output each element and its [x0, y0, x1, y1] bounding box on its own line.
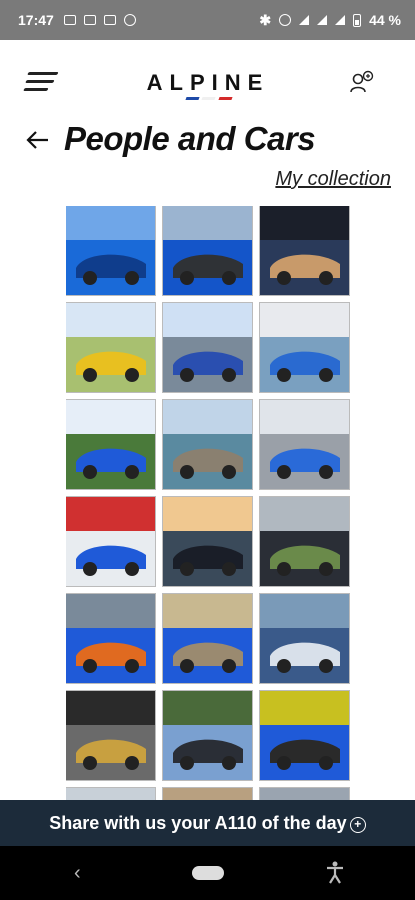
wifi-icon: [299, 15, 310, 25]
app-header: ALPINE: [0, 40, 415, 120]
notification-icons: [63, 14, 136, 26]
gallery-photo[interactable]: [259, 496, 350, 587]
gallery-photo-partial[interactable]: [259, 787, 350, 800]
gallery-photo[interactable]: [259, 206, 350, 296]
back-arrow-icon[interactable]: [26, 130, 50, 150]
gallery-photo[interactable]: [259, 302, 350, 393]
menu-icon[interactable]: [23, 72, 60, 92]
gallery-photo[interactable]: [162, 690, 253, 781]
accessibility-icon[interactable]: [324, 860, 346, 884]
gallery-photo-partial[interactable]: [66, 787, 156, 800]
status-bar: 17:47 ✱ 44 %: [0, 0, 415, 40]
gallery-photo[interactable]: [259, 399, 350, 490]
gallery-photo[interactable]: [66, 690, 156, 781]
nav-home-button[interactable]: [192, 866, 224, 880]
gallery-photo[interactable]: [162, 206, 253, 296]
my-collection-link[interactable]: My collection: [275, 168, 391, 191]
logo-stripe-red: [218, 97, 233, 100]
gallery-photo[interactable]: [66, 496, 156, 587]
gallery-photo[interactable]: [66, 399, 156, 490]
sync-icon: [123, 14, 136, 26]
gallery-photo[interactable]: [66, 302, 156, 393]
add-circle-icon: +: [349, 817, 366, 833]
share-banner[interactable]: Share with us your A110 of the day +: [0, 800, 415, 846]
gallery-photo[interactable]: [259, 593, 350, 684]
battery-icon: [353, 13, 362, 27]
logo-stripe-blue: [185, 97, 200, 100]
gallery-photo[interactable]: [162, 593, 253, 684]
gallery-photo[interactable]: [162, 496, 253, 587]
gallery-photo[interactable]: [162, 302, 253, 393]
mail-icon: [63, 15, 76, 25]
user-profile-icon[interactable]: [350, 70, 374, 96]
gallery-photo[interactable]: [259, 690, 350, 781]
gallery-photo[interactable]: [66, 206, 156, 296]
logo-stripes: [185, 97, 233, 100]
gallery-photo-partial[interactable]: [162, 787, 253, 800]
alpine-logo[interactable]: ALPINE: [128, 70, 288, 96]
status-time: 17:47: [18, 12, 54, 28]
bluetooth-icon: ✱: [259, 11, 272, 28]
gallery-photo[interactable]: [66, 593, 156, 684]
share-banner-text: Share with us your A110 of the day: [49, 812, 347, 833]
signal-icon: [335, 15, 346, 25]
logo-stripe-white: [201, 97, 217, 100]
battery-level: 44 %: [369, 12, 401, 28]
mail-icon: [103, 15, 116, 25]
gallery-photo[interactable]: [162, 399, 253, 490]
android-nav-bar: ‹: [0, 846, 415, 900]
page-title: People and Cars: [64, 120, 316, 157]
nav-back-icon[interactable]: ‹: [74, 862, 81, 885]
qr-icon: [83, 15, 96, 25]
signal-icon: [317, 15, 328, 25]
vibrate-icon: [279, 14, 292, 26]
photo-gallery: [66, 206, 352, 800]
